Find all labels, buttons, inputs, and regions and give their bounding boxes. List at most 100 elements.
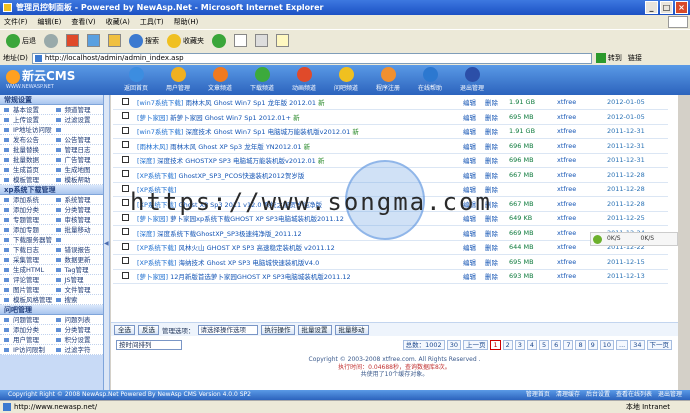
row-checkbox[interactable]: [122, 213, 129, 221]
row-checkbox[interactable]: [122, 155, 129, 163]
row-checkbox[interactable]: [122, 141, 129, 149]
sidebar-item[interactable]: 积分设置: [51, 335, 103, 345]
row-checkbox[interactable]: [122, 112, 129, 120]
row-author[interactable]: xtfree: [557, 211, 607, 226]
row-category[interactable]: [win7系统下载]: [137, 128, 183, 136]
sidebar-item[interactable]: [51, 125, 103, 135]
row-checkbox[interactable]: [122, 97, 129, 105]
topnav-item[interactable]: 退出管理: [451, 66, 493, 92]
row-edit-link[interactable]: 编辑: [463, 95, 485, 110]
sidebar-splitter[interactable]: ◀: [104, 95, 110, 398]
row-author[interactable]: xtfree: [557, 196, 607, 212]
select-all-button[interactable]: 全选: [114, 324, 135, 335]
sidebar-item[interactable]: 批量移动: [51, 225, 103, 235]
sidebar-item[interactable]: 分类管理: [51, 205, 103, 215]
row-delete-link[interactable]: 删除: [485, 269, 509, 284]
footer-link[interactable]: 退出管理: [658, 390, 682, 400]
row-checkbox[interactable]: [122, 170, 129, 178]
row-delete-link[interactable]: 删除: [485, 254, 509, 270]
maximize-button[interactable]: □: [660, 1, 673, 14]
row-author[interactable]: xtfree: [557, 153, 607, 168]
pager-page[interactable]: 3: [514, 340, 525, 350]
search-button[interactable]: 搜索: [127, 33, 161, 48]
row-author[interactable]: xtfree: [557, 109, 607, 125]
sidebar-item[interactable]: 审核管理: [51, 215, 103, 225]
sidebar-item[interactable]: 上传设置: [0, 115, 52, 125]
sidebar-item[interactable]: 模板管理: [0, 175, 52, 185]
mail-button[interactable]: [232, 34, 249, 47]
topnav-item[interactable]: 动画频道: [283, 66, 325, 92]
sidebar-item[interactable]: 广告管理: [51, 155, 103, 165]
row-category[interactable]: [雨林木风]: [137, 143, 168, 151]
sidebar-item[interactable]: 过滤设置: [51, 115, 103, 125]
sidebar-section-title[interactable]: 常规设置: [0, 95, 103, 105]
row-author[interactable]: xtfree: [557, 182, 607, 197]
edit-button[interactable]: [274, 34, 291, 47]
row-author[interactable]: xtfree: [557, 95, 607, 110]
footer-link[interactable]: 管理首页: [526, 390, 550, 400]
sidebar-item[interactable]: 模板帮助: [51, 175, 103, 185]
row-title[interactable]: 风林火山 GHOST XP SP3 高速稳定装机版 v2011.12: [179, 244, 335, 252]
footer-link[interactable]: 查看在线列表: [616, 390, 652, 400]
row-delete-link[interactable]: 删除: [485, 167, 509, 183]
row-checkbox[interactable]: [122, 271, 129, 279]
pager-page[interactable]: ...: [616, 340, 629, 350]
sidebar-item[interactable]: JS管理: [51, 275, 103, 285]
pager-page[interactable]: 10: [599, 340, 615, 350]
row-title-cell[interactable]: [win7系统下载] 雨林木风 Ghost Win7 Sp1 龙年版 2012.…: [137, 95, 463, 110]
sidebar-item[interactable]: 发布公告: [0, 135, 52, 145]
row-edit-link[interactable]: 编辑: [463, 138, 485, 154]
footer-link[interactable]: 清理缓存: [556, 390, 580, 400]
pager-page[interactable]: 5: [539, 340, 550, 350]
batch-set-button[interactable]: 批量设置: [297, 324, 332, 335]
row-title-cell[interactable]: [深度] 深度技术 GHOSTXP SP3 电脑城万能装机版v2012.01 新: [137, 153, 463, 168]
sidebar-item[interactable]: 文件管理: [51, 285, 103, 295]
row-delete-link[interactable]: 删除: [485, 95, 509, 110]
row-author[interactable]: xtfree: [557, 138, 607, 154]
row-edit-link[interactable]: 编辑: [463, 109, 485, 125]
sidebar-item[interactable]: 评论管理: [0, 275, 52, 285]
row-delete-link[interactable]: 删除: [485, 153, 509, 168]
row-title[interactable]: 深度系统下载GhostXP_SP3极速纯净版_2011.12: [157, 230, 302, 238]
minimize-button[interactable]: _: [645, 1, 658, 14]
row-title-cell[interactable]: [萝卜家园] 12月新版首选萝卜家园GHOST XP SP3电脑城装机版2011…: [137, 269, 463, 284]
sidebar-item[interactable]: 生成地图: [51, 165, 103, 175]
row-title[interactable]: 海纳技术 Ghost XP SP3 电脑城快速装机版V4.0: [179, 259, 320, 267]
sidebar-item[interactable]: 下载服务器管理: [0, 235, 52, 245]
row-title-cell[interactable]: [XP系统下载] 风林火山 GHOST XP SP3 高速稳定装机版 v2011…: [137, 240, 463, 255]
menu-view[interactable]: 查看(V): [71, 17, 95, 27]
sidebar-item[interactable]: 公告管理: [51, 135, 103, 145]
row-category[interactable]: [深度]: [137, 157, 155, 165]
sidebar-item[interactable]: 管理日志: [51, 145, 103, 155]
back-button[interactable]: 后退: [4, 33, 38, 48]
row-category[interactable]: [萝卜家园]: [137, 114, 168, 122]
row-edit-link[interactable]: 编辑: [463, 240, 485, 255]
topnav-item[interactable]: 文章频道: [199, 66, 241, 92]
sidebar-item[interactable]: 问题列表: [51, 315, 103, 325]
sidebar-item[interactable]: 错误报告: [51, 245, 103, 255]
pager-page[interactable]: 8: [575, 340, 586, 350]
topnav-item[interactable]: 下载频道: [241, 66, 283, 92]
address-input[interactable]: http://localhost/admin/admin_index.asp: [31, 52, 592, 64]
row-category[interactable]: [XP系统下载]: [137, 244, 176, 252]
row-author[interactable]: xtfree: [557, 124, 607, 139]
row-author[interactable]: xtfree: [557, 269, 607, 284]
row-delete-link[interactable]: 删除: [485, 124, 509, 139]
topnav-item[interactable]: 返回首页: [115, 66, 157, 92]
favorites-button[interactable]: 收藏夹: [165, 33, 206, 48]
row-delete-link[interactable]: 删除: [485, 138, 509, 154]
row-delete-link[interactable]: 删除: [485, 225, 509, 241]
go-button[interactable]: 转到: [595, 53, 622, 63]
menu-edit[interactable]: 编辑(E): [38, 17, 62, 27]
row-title[interactable]: 12月新版首选萝卜家园GHOST XP SP3电脑城装机版2011.12: [170, 273, 350, 281]
row-delete-link[interactable]: 删除: [485, 109, 509, 125]
menu-tools[interactable]: 工具(T): [140, 17, 164, 27]
links-button[interactable]: 链接: [628, 53, 642, 63]
menu-file[interactable]: 文件(F): [4, 17, 28, 27]
sidebar-item[interactable]: [51, 235, 103, 245]
sidebar-section-title[interactable]: 问吧管理: [0, 305, 103, 315]
pager-page[interactable]: 1: [490, 340, 501, 350]
row-delete-link[interactable]: 删除: [485, 240, 509, 255]
sidebar-item[interactable]: 过滤字符: [51, 345, 103, 355]
close-button[interactable]: ×: [675, 1, 688, 14]
